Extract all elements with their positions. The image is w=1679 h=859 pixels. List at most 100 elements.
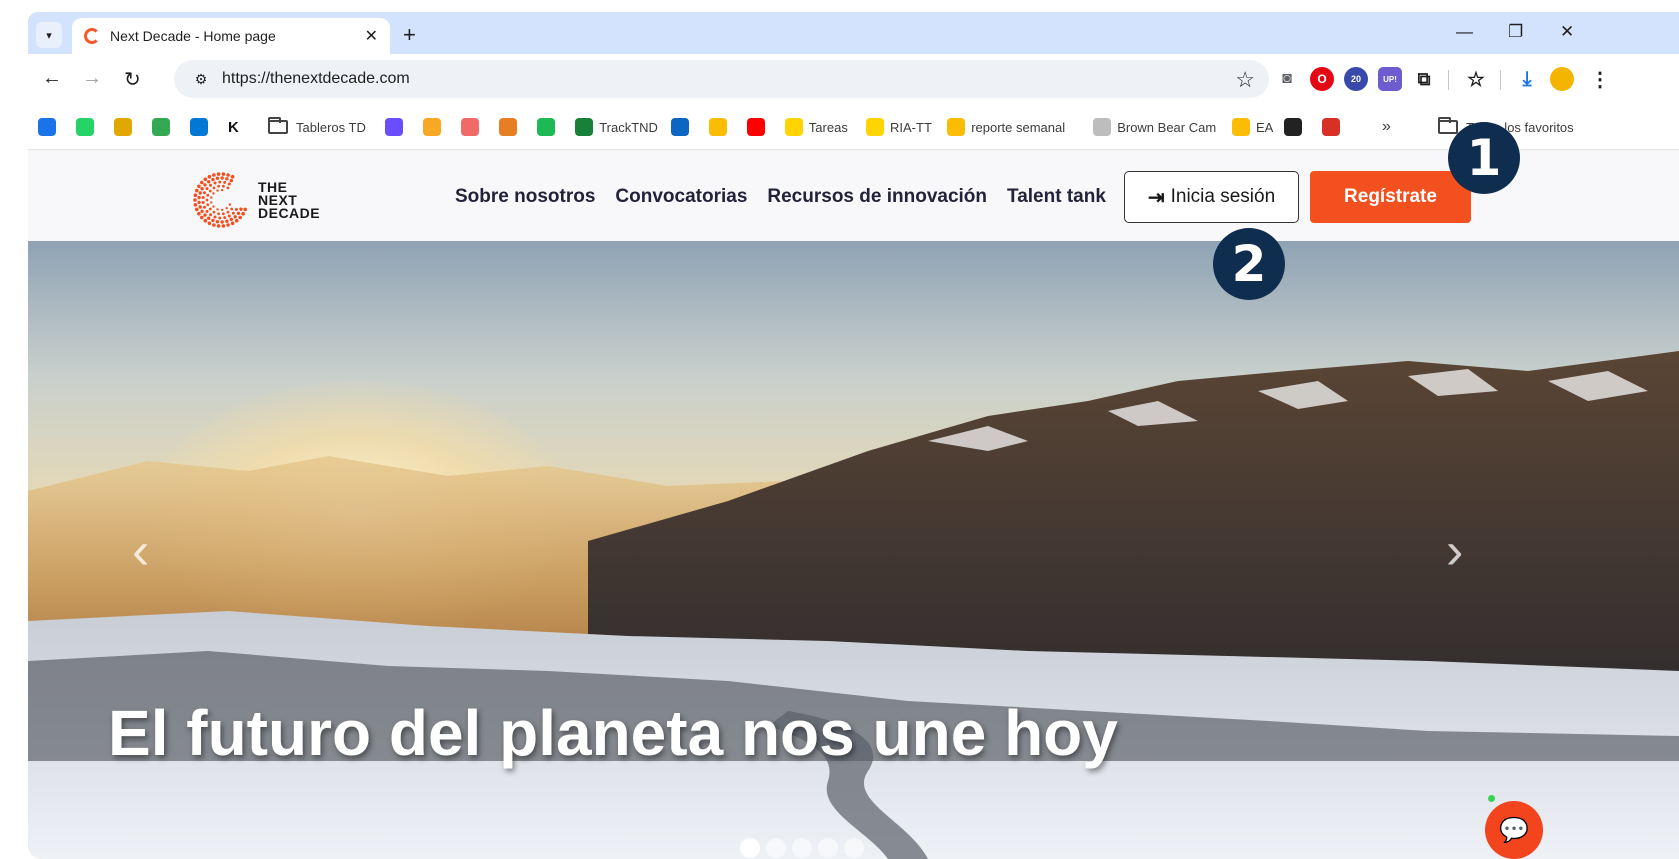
back-arrow-icon[interactable]: ← [42, 67, 62, 90]
login-arrow-icon: ⇥ [1147, 186, 1165, 209]
nav-recursos-innovacion[interactable]: Recursos de innovación [767, 186, 987, 208]
site-header: THE NEXT DECADE Sobre nosotros Convocato… [28, 150, 1679, 241]
bookmark-favicon-icon [190, 118, 208, 136]
bookmark-item[interactable] [1284, 117, 1308, 137]
tab-active[interactable]: Next Decade - Home page ✕ [72, 18, 390, 54]
site-logo[interactable]: THE NEXT DECADE [192, 170, 342, 230]
login-label: Inicia sesión [1170, 186, 1276, 207]
forward-arrow-icon[interactable]: → [82, 67, 102, 90]
bookmark-label: reporte semanal [971, 119, 1066, 135]
bookmark-item[interactable] [670, 117, 695, 137]
bookmark-favicon-icon [708, 118, 727, 136]
bookmark-item[interactable] [499, 117, 523, 137]
url-text[interactable]: https://thenextdecade.com [222, 70, 410, 88]
bookmark-favicon-icon [76, 118, 94, 136]
carousel-dot[interactable] [818, 838, 838, 858]
minimize-icon[interactable]: — [1456, 22, 1473, 42]
site-info-icon[interactable]: ⚙ [188, 66, 214, 92]
extension-graduation-icon[interactable]: 20 [1344, 67, 1368, 91]
address-bar[interactable]: ⚙ https://thenextdecade.com ☆ [174, 60, 1269, 98]
bookmark-item[interactable]: K [228, 117, 239, 137]
bookmark-item[interactable] [537, 117, 561, 137]
folder-icon [1438, 117, 1458, 134]
new-tab-button[interactable]: + [403, 22, 416, 48]
nav-sobre-nosotros[interactable]: Sobre nosotros [455, 186, 595, 208]
bookmark-item[interactable]: EA [1232, 117, 1273, 137]
menu-dots-icon[interactable]: ⋮ [1588, 67, 1612, 91]
bookmark-item[interactable] [461, 117, 485, 137]
close-window-icon[interactable]: ✕ [1560, 22, 1574, 42]
nav-convocatorias[interactable]: Convocatorias [615, 186, 747, 208]
bookmark-item[interactable] [1322, 117, 1346, 137]
folder-icon [268, 117, 288, 134]
nav-talent-tank[interactable]: Talent tank [1007, 186, 1106, 208]
bookmark-favicon-icon [499, 118, 518, 136]
bookmark-item[interactable]: RIA-TT [866, 117, 932, 137]
bookmark-favicon-icon [423, 118, 442, 136]
camera-icon[interactable]: ◙ [1275, 67, 1299, 91]
bookmark-item[interactable]: Tareas [784, 117, 848, 137]
annotation-badge-1: 1 [1448, 122, 1520, 194]
bookmark-favicon-icon [38, 118, 56, 136]
download-icon[interactable]: ⤓ [1515, 67, 1539, 91]
carousel-dot[interactable] [766, 838, 786, 858]
browser-window: ▾ Next Decade - Home page ✕ + — ❐ ✕ ← → … [28, 12, 1679, 859]
bookmark-label: Tareas [808, 119, 848, 135]
browser-toolbar: ← → ↻ ⚙ https://thenextdecade.com ☆ ◙ O … [28, 54, 1679, 104]
carousel-dots [740, 838, 864, 858]
bookmark-label: RIA-TT [890, 119, 932, 135]
bookmark-item[interactable]: Brown Bear Cam [1093, 117, 1216, 137]
website: THE NEXT DECADE Sobre nosotros Convocato… [28, 150, 1679, 859]
bookmark-item[interactable] [76, 117, 100, 137]
bookmark-item[interactable] [708, 117, 733, 137]
bookmark-favicon-icon [461, 118, 480, 136]
opera-icon[interactable]: O [1310, 67, 1334, 91]
restore-icon[interactable]: ❐ [1508, 22, 1523, 42]
bookmark-favicon-icon [947, 118, 966, 136]
bookmark-label: TrackTND [599, 119, 658, 135]
bookmark-item[interactable] [152, 117, 176, 137]
profile-avatar-icon[interactable] [1550, 67, 1574, 91]
bookmark-item[interactable]: Tableros TD [268, 117, 366, 137]
carousel-prev-icon[interactable]: ‹ [132, 521, 149, 581]
logo-mark-icon [193, 172, 247, 228]
bookmark-item[interactable] [423, 117, 447, 137]
bookmark-favicon-icon [1232, 118, 1250, 136]
chat-widget-button[interactable]: 💬 [1485, 801, 1543, 859]
extensions-puzzle-icon[interactable]: ⧉ [1412, 67, 1436, 91]
bookmark-item[interactable] [190, 117, 214, 137]
favorites-icon[interactable]: ☆ [1464, 67, 1488, 91]
bookmark-favicon-icon [537, 118, 556, 136]
main-nav: Sobre nosotros Convocatorias Recursos de… [455, 186, 1106, 208]
carousel-next-icon[interactable]: › [1446, 521, 1463, 581]
reload-icon[interactable]: ↻ [124, 67, 141, 92]
register-button[interactable]: Regístrate [1310, 171, 1471, 223]
extension-up-icon[interactable]: UP! [1378, 67, 1402, 91]
carousel-dot[interactable] [740, 838, 760, 858]
bookmark-label: EA [1256, 119, 1274, 135]
toolbar-divider [1448, 70, 1449, 90]
bookmark-item[interactable] [385, 117, 409, 137]
bookmark-star-icon[interactable]: ☆ [1235, 67, 1255, 93]
carousel-dot[interactable] [844, 838, 864, 858]
bookmark-item[interactable]: reporte semanal [947, 117, 1065, 137]
bookmark-favicon-icon [114, 118, 132, 136]
tab-close-icon[interactable]: ✕ [365, 26, 378, 46]
tab-strip: ▾ Next Decade - Home page ✕ + — ❐ ✕ [28, 12, 1679, 54]
bookmark-item[interactable] [38, 117, 62, 137]
bookmark-item[interactable] [746, 117, 771, 137]
bookmarks-overflow-icon[interactable]: » [1382, 117, 1391, 137]
bookmark-favicon-icon [746, 118, 765, 136]
site-favicon-icon [84, 28, 100, 44]
bookmark-item[interactable]: TrackTND [575, 117, 658, 137]
hero-carousel: ‹ › El futuro del planeta nos une hoy 💬 [28, 241, 1679, 859]
annotation-badge-2: 2 [1213, 228, 1285, 300]
bookmark-favicon-icon [385, 118, 404, 136]
carousel-dot[interactable] [792, 838, 812, 858]
tab-search-button[interactable]: ▾ [36, 22, 62, 48]
logo-text: THE NEXT DECADE [258, 180, 320, 220]
bookmark-favicon-icon [1093, 118, 1112, 136]
bookmark-item[interactable] [114, 117, 138, 137]
login-button[interactable]: ⇥ Inicia sesión [1124, 171, 1299, 223]
online-indicator [1488, 795, 1495, 802]
